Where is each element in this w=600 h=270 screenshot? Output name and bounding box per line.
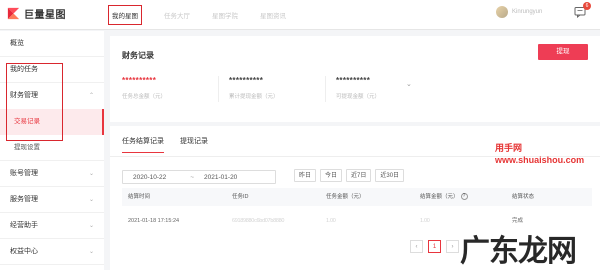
stat-total-task-amount: ********** 任务总金额（元） [122,76,218,102]
chevron-down-icon[interactable]: ⌄ [406,80,412,88]
cell-settle-amount: 1.00 [420,218,430,224]
sidebar-item-services[interactable]: 服务管理 ⌄ [0,187,104,213]
watermark-logo-text: 广东龙网 [460,234,577,269]
stat-total-withdrawn: ********** 累计提现金额（元） [229,76,325,102]
sidebar-item-label: 权益中心 [10,248,38,255]
col-task-amount: 任务金额（元） [326,194,365,200]
col-settle-amount-label: 结算金额（元） [420,194,459,200]
chevron-down-icon: ⌄ [88,197,94,203]
withdraw-button[interactable]: 提现 [538,44,588,60]
nav-task-hall[interactable]: 任务大厅 [164,10,190,20]
finance-stats: ********** 任务总金额（元） ********** 累计提现金额（元）… [122,76,432,102]
sidebar: 概览 我的任务 财务管理 ⌃ 交易记录 提现设置 账号管理 ⌄ 服务管理 ⌄ 经… [0,31,104,270]
stat-label: 累计提现金额（元） [229,94,279,100]
record-tabs: 任务结算记录 提现记录 [122,136,224,153]
tab-settlement-records[interactable]: 任务结算记录 [122,136,164,153]
chevron-down-icon: ⌄ [88,171,94,177]
range-yesterday-button[interactable]: 昨日 [294,169,317,182]
brand-logo[interactable]: 巨量星图 [6,6,66,21]
user-name[interactable]: Kinrungyun [512,9,560,15]
sidebar-item-account[interactable]: 账号管理 ⌄ [0,161,104,187]
chevron-down-icon: ⌄ [88,249,94,255]
sidebar-item-my-tasks[interactable]: 我的任务 [0,57,104,83]
range-30days-button[interactable]: 近30日 [375,169,405,182]
sidebar-item-label: 账号管理 [10,170,38,177]
nav-academy[interactable]: 星图学院 [212,10,238,20]
tab-withdraw-records[interactable]: 提现记录 [180,136,208,153]
finance-title: 财务记录 [122,51,154,60]
range-today-button[interactable]: 今日 [320,169,343,182]
sidebar-item-label: 财务管理 [10,92,38,99]
stat-value: ********** [229,76,264,85]
logo-icon [7,7,20,20]
date-range-picker[interactable]: 2020-10-22 ~ 2021-01-20 [122,170,276,184]
date-end: 2021-01-20 [204,173,238,181]
finance-card: 财务记录 提现 ********** 任务总金额（元） ********** 累… [110,36,600,122]
sidebar-item-label: 提现设置 [14,144,40,151]
stat-label: 可提现金额（元） [336,94,381,100]
table-header: 结算时间 任务ID 任务金额（元） 结算金额（元）? 结算状态 [122,188,592,206]
col-settle-amount: 结算金额（元）? [420,188,468,206]
cell-time: 2021-01-18 17:15:24 [128,218,180,224]
stat-value: ********** [122,76,157,85]
sidebar-item-overview[interactable]: 概览 [0,31,104,57]
chevron-down-icon: ⌄ [88,223,94,229]
sidebar-item-label: 概览 [10,40,24,47]
cell-task-id: 69189880c6bd07b8880 [232,218,285,224]
date-separator: ~ [190,173,195,181]
avatar[interactable] [496,6,508,18]
pagination: ‹ 1 › [410,240,464,253]
stat-withdrawable: ********** 可提现金额（元） [336,76,432,102]
nav-my-xingtu[interactable]: 我的星图 [108,5,142,25]
watermark-line2: www.shuaishou.com [495,155,585,165]
help-icon[interactable]: ? [460,193,468,201]
records-card: 任务结算记录 提现记录 2020-10-22 ~ 2021-01-20 昨日 今… [110,126,600,270]
col-settle-time: 结算时间 [128,194,151,200]
quick-range-group: 昨日 今日 近7日 近30日 [294,169,408,182]
user-area: Kinrungyun 6 [496,2,591,19]
message-button[interactable]: 6 [574,2,591,19]
cell-task-amount: 1.00 [326,218,336,224]
page-1-button[interactable]: 1 [428,240,441,253]
col-task-id: 任务ID [232,194,249,200]
divider [218,76,219,102]
sidebar-item-label: 我的任务 [10,66,38,73]
watermark-text: 用手网 www.shuaishou.com [495,142,584,166]
divider [325,76,326,102]
sidebar-item-label: 经营助手 [10,222,38,229]
stat-label: 任务总金额（元） [122,94,167,100]
sidebar-item-withdraw-settings[interactable]: 提现设置 [0,135,104,161]
sidebar-item-finance[interactable]: 财务管理 ⌃ [0,83,104,109]
nav-news[interactable]: 星图资讯 [260,10,286,20]
date-start: 2020-10-22 [133,173,167,181]
watermark-line1: 用手网 [495,143,523,153]
sidebar-item-label: 服务管理 [10,196,38,203]
sidebar-item-rights[interactable]: 权益中心 ⌄ [0,239,104,265]
next-page-button[interactable]: › [446,240,459,253]
sidebar-item-assistant[interactable]: 经营助手 ⌄ [0,213,104,239]
range-7days-button[interactable]: 近7日 [346,169,372,182]
prev-page-button[interactable]: ‹ [410,240,423,253]
stat-value: ********** [336,76,371,85]
top-nav: 我的星图 任务大厅 星图学院 星图资讯 [108,0,308,30]
sidebar-item-label: 交易记录 [14,118,40,125]
sidebar-item-transactions[interactable]: 交易记录 [0,109,104,135]
col-settle-status: 结算状态 [512,194,535,200]
brand-name: 巨量星图 [24,10,66,21]
top-bar: 巨量星图 我的星图 任务大厅 星图学院 星图资讯 Kinrungyun 6 [0,0,600,30]
message-count-badge: 6 [583,2,591,10]
chevron-up-icon: ⌃ [88,93,94,99]
